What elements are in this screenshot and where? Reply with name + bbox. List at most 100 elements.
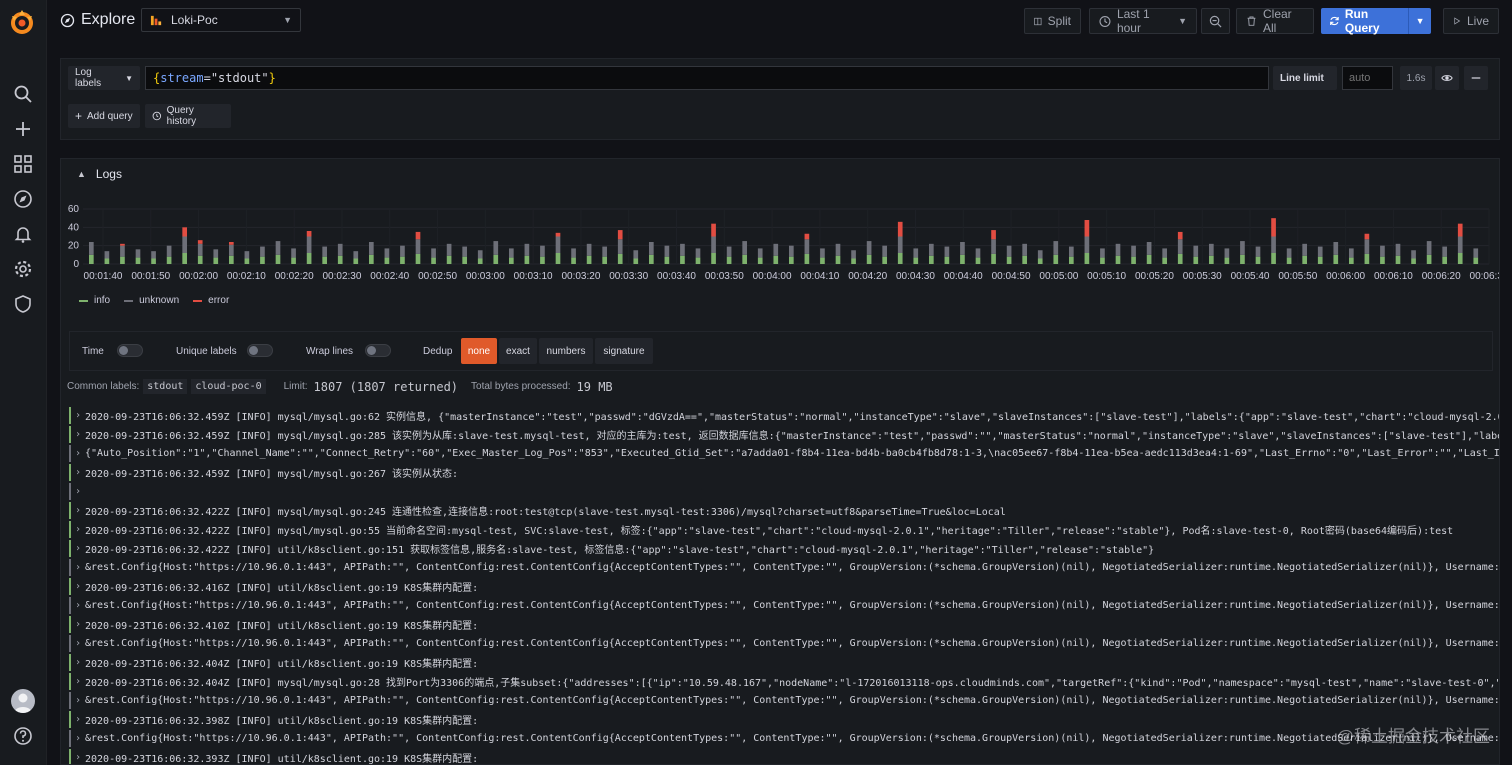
bar-unknown [384, 248, 390, 258]
clear-all-button[interactable]: Clear All [1236, 7, 1314, 35]
log-row[interactable]: › 2020-09-23T16:06:32.459Z [INFO] mysql/m… [61, 425, 1499, 444]
log-row[interactable]: › 2020-09-23T16:06:32.416Z [INFO] util/k8… [61, 577, 1499, 596]
log-line-text: 2020-09-23T16:06:32.410Z [INFO] util/k8s… [85, 621, 479, 632]
logs-panel-header[interactable]: ▲ Logs [77, 167, 122, 181]
toggle-query-visibility-button[interactable] [1435, 66, 1459, 90]
bar-unknown [1317, 246, 1323, 257]
expand-chevron-icon[interactable]: › [71, 486, 85, 497]
log-row[interactable]: › [61, 482, 1499, 501]
expand-chevron-icon[interactable]: › [71, 752, 85, 763]
sync-icon [1330, 16, 1339, 26]
expand-chevron-icon[interactable]: › [71, 581, 85, 592]
explore-compass-icon[interactable] [11, 187, 35, 211]
expand-chevron-icon[interactable]: › [71, 714, 85, 725]
bar-unknown [1209, 243, 1214, 256]
bar-unknown [649, 242, 654, 255]
log-row[interactable]: › 2020-09-23T16:06:32.422Z [INFO] util/k8… [61, 539, 1499, 558]
x-tick-label: 00:06:20 [1422, 271, 1461, 282]
expand-chevron-icon[interactable]: › [71, 505, 85, 516]
history-icon [152, 111, 162, 121]
configuration-gear-icon[interactable] [11, 257, 35, 281]
query-input[interactable]: {stream="stdout"} [145, 66, 1269, 90]
bar-unknown [617, 239, 623, 254]
dedup-none-button[interactable]: none [461, 338, 497, 364]
expand-chevron-icon[interactable]: › [71, 695, 85, 706]
wrap-lines-option-label: Wrap lines [306, 346, 354, 357]
zoom-out-button[interactable] [1201, 8, 1230, 34]
bar-info [944, 256, 950, 264]
query-history-button[interactable]: Query history [145, 104, 231, 128]
expand-chevron-icon[interactable]: › [71, 448, 85, 459]
expand-chevron-icon[interactable]: › [71, 524, 85, 535]
expand-chevron-icon[interactable]: › [71, 410, 85, 421]
expand-chevron-icon[interactable]: › [71, 676, 85, 687]
expand-chevron-icon[interactable]: › [71, 619, 85, 630]
legend-item[interactable]: unknown [124, 295, 179, 306]
dedup-signature-button[interactable]: signature [595, 338, 653, 364]
bar-unknown [135, 249, 141, 258]
log-row[interactable]: › &rest.Config{Host:"https://10.96.0.1:44… [61, 729, 1499, 748]
user-avatar[interactable] [11, 689, 35, 713]
x-tick-label: 00:03:10 [514, 271, 553, 282]
dedup-numbers-button[interactable]: numbers [539, 338, 593, 364]
server-admin-shield-icon[interactable] [11, 292, 35, 316]
bar-info [1006, 256, 1012, 264]
log-row[interactable]: › &rest.Config{Host:"https://10.96.0.1:44… [61, 634, 1499, 653]
log-row[interactable]: › &rest.Config{Host:"https://10.96.0.1:44… [61, 558, 1499, 577]
legend-item[interactable]: info [79, 295, 110, 306]
log-row[interactable]: › &rest.Config{Host:"https://10.96.0.1:44… [61, 691, 1499, 710]
datasource-picker[interactable]: Loki-Poc ▼ [141, 8, 301, 32]
expand-chevron-icon[interactable]: › [71, 562, 85, 573]
search-icon[interactable] [11, 82, 35, 106]
log-row[interactable]: › 2020-09-23T16:06:32.410Z [INFO] util/k8… [61, 615, 1499, 634]
x-tick-label: 00:04:20 [848, 271, 887, 282]
log-row[interactable]: › 2020-09-23T16:06:32.398Z [INFO] util/k8… [61, 710, 1499, 729]
dedup-exact-button[interactable]: exact [499, 338, 537, 364]
add-query-button[interactable]: + Add query [68, 104, 140, 128]
expand-chevron-icon[interactable]: › [71, 638, 85, 649]
line-limit-input[interactable] [1342, 66, 1393, 90]
log-row[interactable]: › &rest.Config{Host:"https://10.96.0.1:44… [61, 596, 1499, 615]
time-toggle[interactable] [117, 344, 143, 357]
bar-unknown [680, 243, 685, 256]
legend-item[interactable]: error [193, 295, 229, 306]
log-row[interactable]: › 2020-09-23T16:06:32.459Z [INFO] mysql/m… [61, 406, 1499, 425]
expand-chevron-icon[interactable]: › [71, 429, 85, 440]
dashboards-grid-icon[interactable] [11, 152, 35, 176]
expand-chevron-icon[interactable]: › [71, 733, 85, 744]
log-row[interactable]: › 2020-09-23T16:06:32.393Z [INFO] util/k8… [61, 748, 1499, 764]
log-row[interactable]: › 2020-09-23T16:06:32.404Z [INFO] util/k8… [61, 653, 1499, 672]
log-row[interactable]: › 2020-09-23T16:06:32.422Z [INFO] mysql/m… [61, 520, 1499, 539]
create-plus-icon[interactable] [11, 117, 35, 141]
grafana-logo-icon[interactable] [8, 8, 36, 36]
log-row[interactable]: › 2020-09-23T16:06:32.404Z [INFO] mysql/m… [61, 672, 1499, 691]
expand-chevron-icon[interactable]: › [71, 657, 85, 668]
live-button[interactable]: Live [1443, 8, 1499, 34]
run-query-button[interactable]: Run Query ▼ [1321, 7, 1431, 35]
expand-chevron-icon[interactable]: › [71, 467, 85, 478]
expand-chevron-icon[interactable]: › [71, 543, 85, 554]
bar-error [804, 233, 810, 240]
alerting-bell-icon[interactable] [11, 222, 35, 246]
log-row[interactable]: › 2020-09-23T16:06:32.459Z [INFO] mysql/m… [61, 463, 1499, 482]
wrap-lines-toggle[interactable] [365, 344, 391, 357]
bar-info [135, 257, 141, 264]
bar-unknown [1380, 245, 1385, 257]
help-question-icon[interactable] [11, 724, 35, 748]
log-row[interactable]: › 2020-09-23T16:06:32.422Z [INFO] mysql/m… [61, 501, 1499, 520]
log-row[interactable]: › {"Auto_Position":"1","Channel_Name":"",… [61, 444, 1499, 463]
x-tick-label: 00:04:10 [800, 271, 839, 282]
bar-unknown [291, 248, 296, 258]
time-range-picker[interactable]: Last 1 hour ▼ [1089, 7, 1197, 35]
x-tick-label: 00:05:30 [1183, 271, 1222, 282]
bar-info [789, 256, 794, 264]
log-labels-button[interactable]: Log labels ▼ [68, 66, 140, 90]
expand-chevron-icon[interactable]: › [71, 600, 85, 611]
bar-unknown [1224, 248, 1230, 258]
run-query-options-chevron-icon[interactable]: ▼ [1408, 8, 1431, 34]
unique-labels-toggle[interactable] [247, 344, 273, 357]
remove-query-button[interactable] [1464, 66, 1488, 90]
bar-info [1069, 256, 1074, 264]
split-button[interactable]: Split [1024, 8, 1081, 34]
x-tick-label: 00:05:00 [1039, 271, 1078, 282]
